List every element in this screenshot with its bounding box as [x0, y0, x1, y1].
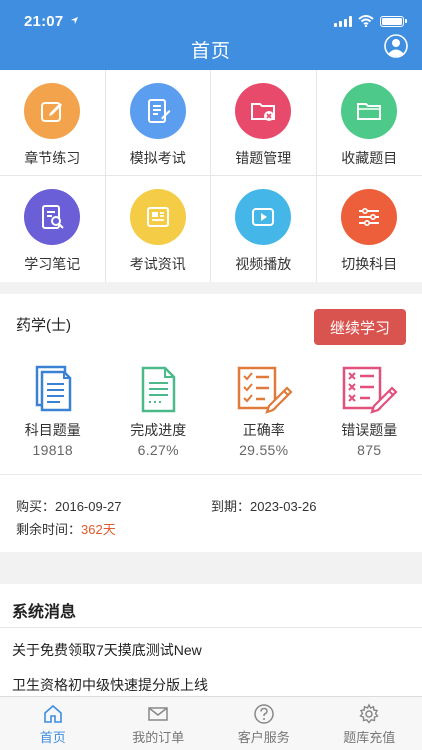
- stat-label: 科目题量: [24, 422, 81, 438]
- purchase-info: 购买：2016-09-27: [16, 496, 122, 515]
- menu-icon-circle: [341, 189, 398, 245]
- notes-search-icon: [42, 205, 64, 229]
- stat-accuracy[interactable]: 正确率 29.55%: [211, 364, 317, 458]
- news-item[interactable]: 卫生资格初中级快速提分版上线: [12, 675, 208, 695]
- menu-icon-circle: [24, 189, 81, 245]
- tab-home[interactable]: 首页: [0, 697, 106, 750]
- tab-my-orders[interactable]: 我的订单: [106, 697, 212, 750]
- menu-label: 模拟考试: [129, 150, 186, 166]
- mail-icon: [148, 707, 168, 721]
- menu-chapter-practice[interactable]: 章节练习: [0, 70, 106, 176]
- continue-study-button[interactable]: 继续学习: [314, 309, 406, 345]
- status-indicators: [334, 15, 407, 27]
- menu-label: 视频播放: [235, 256, 292, 272]
- menu-exam-news[interactable]: 考试资讯: [106, 176, 211, 282]
- stat-value: 29.55%: [239, 442, 289, 458]
- stat-wrong-count[interactable]: 错误题量 875: [317, 364, 422, 458]
- course-divider: [0, 474, 422, 475]
- stat-label: 正确率: [242, 422, 285, 438]
- home-icon: [43, 704, 62, 723]
- tab-label: 题库充值: [343, 730, 396, 745]
- page-title: 首页: [190, 41, 231, 62]
- tab-customer-service[interactable]: 客户服务: [211, 697, 317, 750]
- menu-label: 学习笔记: [24, 256, 81, 272]
- status-bar: 21:07: [0, 0, 422, 34]
- stat-total-questions[interactable]: 科目题量 19818: [0, 364, 106, 458]
- battery-icon: [380, 15, 407, 27]
- video-play-icon: [252, 208, 275, 226]
- news-item[interactable]: 关于免费领取7天摸底测试New: [12, 640, 202, 660]
- expire-date: 2023-03-26: [250, 499, 317, 514]
- menu-mock-exam[interactable]: 模拟考试: [105, 70, 211, 176]
- menu-label: 切换科目: [341, 256, 398, 272]
- stat-label: 错误题量: [341, 422, 398, 438]
- user-profile-button[interactable]: [384, 34, 408, 58]
- stat-value: 19818: [32, 442, 73, 458]
- app-header: 21:07 首页: [0, 0, 422, 70]
- documents-icon: [35, 365, 71, 412]
- expire-label: 到期：: [211, 499, 251, 514]
- course-card: 药学(士) 继续学习 科目题量 19818 完成进度 6.27% 正确率 29.…: [0, 294, 422, 552]
- feature-grid: 章节练习 模拟考试 错题管理 收藏题目 学习笔记 考试资讯 视频播放 切换科目: [0, 70, 422, 282]
- menu-label: 收藏题目: [341, 150, 398, 166]
- tab-label: 首页: [39, 730, 66, 745]
- stat-progress[interactable]: 完成进度 6.27%: [106, 364, 212, 458]
- menu-study-notes[interactable]: 学习笔记: [0, 176, 106, 282]
- course-name: 药学(士): [16, 317, 71, 334]
- menu-icon-circle: [341, 83, 398, 139]
- news-title: 系统消息: [12, 604, 77, 621]
- menu-label: 错题管理: [235, 150, 292, 166]
- menu-video-play[interactable]: 视频播放: [211, 176, 317, 282]
- menu-wrong-questions[interactable]: 错题管理: [211, 70, 317, 176]
- course-stats: 科目题量 19818 完成进度 6.27% 正确率 29.55% 错误题量 87…: [0, 364, 422, 458]
- pencil-edit-icon: [41, 102, 63, 122]
- system-messages: 系统消息 关于免费领取7天摸底测试New 卫生资格初中级快速提分版上线: [0, 584, 422, 696]
- wifi-icon: [358, 15, 374, 27]
- help-icon: [254, 704, 274, 724]
- error-folder-icon: [251, 103, 276, 121]
- menu-label: 章节练习: [24, 150, 81, 166]
- checklist-icon: [237, 366, 293, 414]
- menu-icon-circle: [129, 83, 186, 139]
- tab-label: 客户服务: [237, 730, 290, 745]
- stat-label: 完成进度: [130, 422, 187, 438]
- error-list-icon: [343, 366, 398, 414]
- folder-icon: [357, 103, 382, 120]
- signal-icon: [334, 15, 352, 27]
- gear-icon: [359, 703, 379, 724]
- menu-label: 考试资讯: [129, 256, 186, 272]
- menu-icon-circle: [24, 83, 81, 139]
- expire-info: 到期：2023-03-26: [211, 496, 317, 515]
- status-time: 21:07: [24, 13, 79, 30]
- stat-value: 6.27%: [137, 442, 179, 458]
- sliders-icon: [359, 208, 380, 226]
- bottom-tab-bar: 首页 我的订单 客户服务 题库充值: [0, 696, 422, 750]
- remaining-label: 剩余时间：: [16, 522, 82, 537]
- menu-switch-subject[interactable]: 切换科目: [317, 176, 422, 282]
- menu-icon-circle: [235, 189, 292, 245]
- newspaper-icon: [146, 207, 169, 227]
- purchase-label: 购买：: [16, 499, 56, 514]
- document-lines-icon: [142, 366, 176, 413]
- exam-paper-icon: [147, 99, 171, 123]
- tab-recharge[interactable]: 题库充值: [317, 697, 422, 750]
- status-time-text: 21:07: [24, 13, 64, 30]
- menu-icon-circle: [235, 83, 292, 139]
- purchase-date: 2016-09-27: [55, 499, 122, 514]
- news-divider: [0, 627, 422, 628]
- tab-label: 我的订单: [132, 730, 185, 745]
- user-avatar-icon: [384, 34, 408, 58]
- remaining-info: 剩余时间：362天: [16, 519, 116, 538]
- remaining-value: 362天: [81, 522, 116, 537]
- menu-icon-circle: [129, 189, 186, 245]
- location-arrow-icon: [70, 16, 78, 25]
- menu-favorites[interactable]: 收藏题目: [316, 70, 422, 176]
- stat-value: 875: [357, 442, 382, 458]
